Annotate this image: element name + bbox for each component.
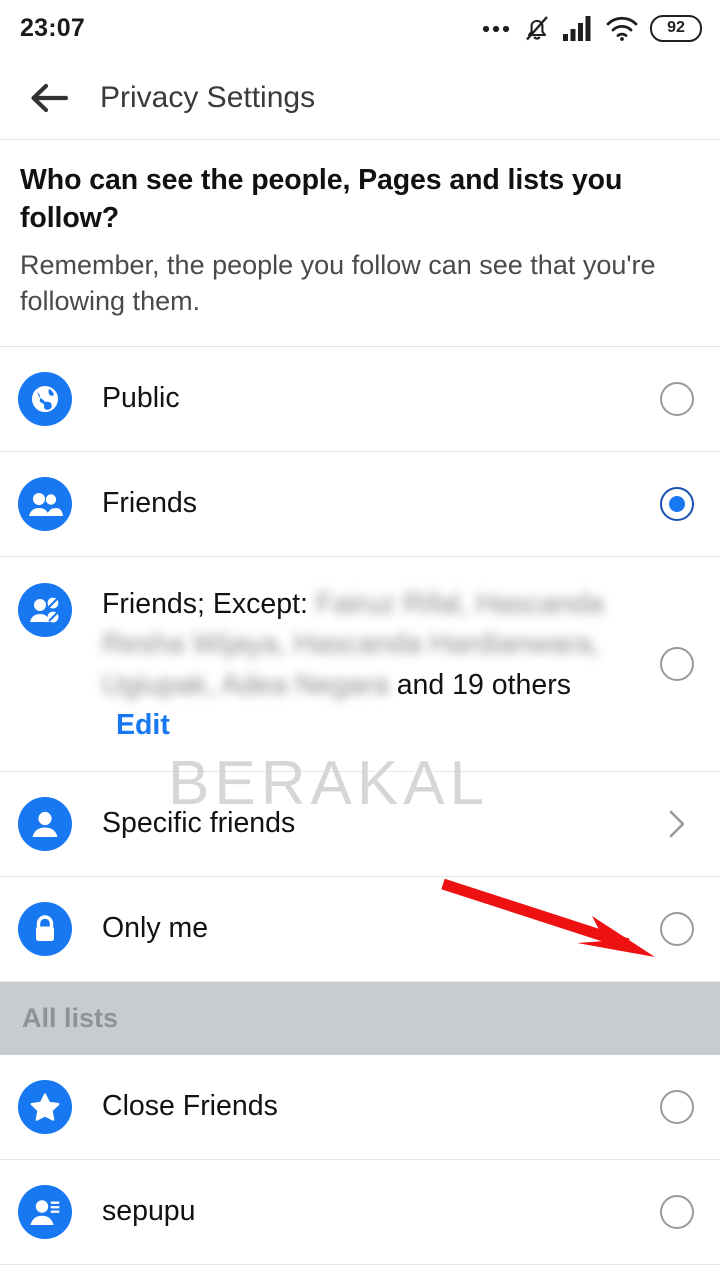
list-row-sepupu[interactable]: sepupu [0, 1159, 720, 1265]
app-bar: Privacy Settings [0, 56, 720, 140]
friends-radio[interactable] [660, 486, 694, 521]
option-row-friends[interactable]: Friends [0, 451, 720, 557]
section-label: All lists [22, 1002, 119, 1033]
question-subtitle: Remember, the people you follow can see … [20, 250, 656, 317]
friends-except-radio[interactable] [660, 646, 694, 681]
sepupu-radio[interactable] [660, 1194, 694, 1229]
option-label-specific-friends: Specific friends [102, 807, 296, 840]
signal-bars-icon [562, 14, 594, 42]
friends-icon [18, 476, 72, 531]
back-arrow-icon[interactable] [26, 75, 72, 121]
battery-level: 92 [667, 19, 685, 36]
person-icon [18, 796, 72, 851]
edit-link[interactable]: Edit [116, 709, 170, 741]
close-friends-radio[interactable] [660, 1089, 694, 1124]
phone-screen: 23:07 92 Privacy Settings Who can see th… [0, 0, 720, 1280]
status-bar: 23:07 92 [0, 0, 720, 56]
friends-except-suffix: and 19 others [396, 668, 572, 701]
question-title: Who can see the people, Pages and lists … [20, 164, 623, 234]
option-label-friends: Friends [102, 487, 198, 520]
status-clock: 23:07 [20, 13, 85, 42]
person-list-icon [18, 1184, 72, 1239]
option-label-public: Public [102, 382, 180, 415]
star-icon [18, 1079, 72, 1134]
friends-except-prefix: Friends; Except: [102, 587, 308, 620]
question-block: Who can see the people, Pages and lists … [0, 140, 720, 347]
section-header-all-lists: All lists [0, 981, 720, 1055]
chevron-right-icon[interactable] [660, 806, 694, 842]
option-row-only-me[interactable]: Only me [0, 876, 720, 982]
list-row-close-friends[interactable]: Close Friends [0, 1054, 720, 1160]
battery-icon: 92 [650, 14, 702, 42]
option-label-only-me: Only me [102, 912, 209, 945]
option-label-friends-except: Friends; Except: Fairuz Rifal, Hascanda … [102, 584, 660, 746]
public-radio[interactable] [660, 381, 694, 416]
list-label-close-friends: Close Friends [102, 1090, 278, 1123]
option-row-friends-except[interactable]: Friends; Except: Fairuz Rifal, Hascanda … [0, 556, 720, 772]
globe-icon [18, 371, 72, 426]
page-title: Privacy Settings [100, 80, 316, 114]
wifi-icon [605, 14, 639, 42]
only-me-radio[interactable] [660, 911, 694, 946]
bell-muted-icon [523, 13, 551, 43]
option-row-specific-friends[interactable]: Specific friends [0, 771, 720, 877]
option-row-public[interactable]: Public [0, 346, 720, 452]
more-dots-icon [482, 23, 512, 33]
friends-except-icon [18, 582, 72, 637]
list-label-sepupu: sepupu [102, 1195, 196, 1228]
lock-icon [18, 901, 72, 956]
status-icon-group: 92 [482, 13, 702, 43]
